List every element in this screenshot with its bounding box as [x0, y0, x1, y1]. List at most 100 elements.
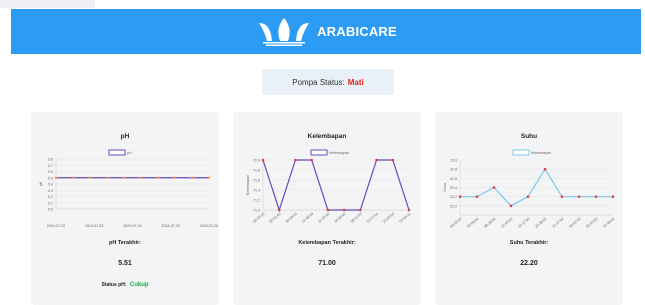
x-tick-label: 2024-07-22 — [47, 224, 65, 228]
legend-label: Kelembapan — [329, 151, 349, 155]
y-tick-label: 71.0 — [253, 209, 260, 213]
y-tick-label: 71.2 — [253, 199, 260, 203]
x-tick-label: 12:00:02 — [500, 217, 513, 229]
y-axis-label: Suhu — [443, 183, 447, 191]
data-point — [326, 208, 330, 212]
x-tick-label: 2024-07-25 — [162, 224, 180, 228]
data-point — [391, 158, 395, 162]
y-tick-label: 22.4 — [450, 186, 457, 190]
x-tick-label: 12:48:02 — [602, 217, 615, 229]
y-tick-label: 71.4 — [253, 189, 260, 193]
x-tick-label: 05:03:02 — [585, 217, 598, 229]
kelembapan-latest-value: 71.00 — [318, 260, 336, 267]
data-point — [577, 195, 581, 198]
y-tick-label: 5.2 — [48, 195, 53, 199]
x-tick-label: 16:17:02 — [517, 217, 530, 229]
data-point — [173, 176, 177, 180]
data-point — [207, 176, 211, 180]
x-tick-label: 18:32:03 — [350, 212, 363, 224]
leaf-logo-icon — [259, 17, 310, 46]
y-tick-label: 72.0 — [253, 159, 260, 163]
kelembapan-card: Kelembapan 72.0 71.8 71.6 71.4 71.2 71.0 Kelem… — [233, 112, 421, 305]
data-point — [475, 195, 479, 198]
data-point — [277, 208, 281, 212]
y-axis-label: Kelembapan — [246, 175, 250, 195]
data-point — [54, 176, 58, 180]
data-point — [310, 158, 313, 162]
y-tick-label: 5.5 — [48, 176, 53, 180]
suhu-latest-label: Suhu Terakhir: — [509, 240, 549, 246]
legend-swatch — [108, 149, 126, 156]
suhu-latest-value: 22.20 — [520, 260, 538, 267]
y-tick-label: 22.2 — [450, 195, 457, 199]
pump-status-label: Pompa Status: — [292, 77, 345, 87]
kelembapan-chart: 72.0 71.8 71.6 71.4 71.2 71.0 Kelembapan 04:55:… — [246, 149, 412, 224]
data-point — [509, 204, 513, 208]
x-tick-label: 08:08:02 — [285, 212, 298, 224]
header-bar: ARABICARE — [11, 9, 641, 54]
data-point — [261, 158, 265, 162]
suhu-chart: 23.0 22.8 22.6 22.4 22.2 22.0 Suhu 04:56:02 05:0… — [443, 149, 616, 229]
ph-status-value: Cukup — [129, 282, 149, 288]
data-point — [71, 176, 75, 180]
data-point — [342, 208, 346, 212]
y-tick-label: 5.0 — [48, 208, 53, 212]
data-point — [294, 158, 297, 162]
y-tick-label: 22.6 — [450, 177, 457, 181]
ph-card: pH 5.8 5.7 5.6 5.5 5.4 5.3 5.2 5.1 5.0 pH 2024-07-… — [31, 112, 219, 305]
x-tick-label: 23:05:02 — [382, 212, 395, 224]
data-point — [458, 195, 462, 198]
legend-label: pH — [127, 151, 132, 155]
legend-label: Kelembapan — [531, 151, 551, 155]
x-tick-label: 04:56:02 — [449, 217, 462, 229]
x-tick-label: 21:27:02 — [551, 217, 564, 229]
ph-status-label: Status pH: — [101, 282, 127, 288]
y-tick-label: 5.1 — [48, 201, 53, 205]
ph-chart: 5.8 5.7 5.6 5.5 5.4 5.3 5.2 5.1 5.0 pH 2024-07-22 2… — [39, 149, 218, 228]
y-tick-label: 5.8 — [48, 158, 53, 162]
ph-latest-value: 5.51 — [118, 260, 132, 267]
kelembapan-latest-label: Kelembapan Terakhir: — [298, 240, 356, 246]
pump-status-value: Mati — [347, 77, 364, 87]
data-point — [543, 167, 547, 171]
data-point — [594, 195, 598, 198]
x-tick-label: 04:02:02 — [568, 217, 581, 229]
data-point — [611, 195, 615, 198]
x-tick-label: 2024-07-23 — [85, 224, 103, 228]
y-tick-label: 71.6 — [253, 179, 260, 183]
x-tick-label: 15:35:02 — [317, 212, 330, 224]
y-tick-label: 5.7 — [48, 164, 53, 168]
ph-status: Status pH: Cukup — [31, 282, 219, 288]
ph-latest-label: pH Terakhir: — [109, 240, 141, 246]
data-point — [560, 195, 564, 198]
series-line — [262, 159, 410, 212]
data-point — [190, 176, 194, 180]
data-point — [526, 195, 530, 198]
data-point — [156, 176, 160, 180]
y-tick-label: 22.0 — [450, 204, 457, 208]
y-tick-label: 5.6 — [48, 170, 53, 174]
x-tick-label: 21:27:01 — [366, 212, 379, 224]
logo[interactable]: ARABICARE — [255, 17, 397, 47]
data-point — [105, 176, 109, 180]
y-tick-label: 23.0 — [450, 159, 457, 163]
y-tick-label: 5.3 — [48, 189, 53, 193]
x-tick-label: 05:08:02 — [466, 217, 479, 229]
y-axis-label: pH — [39, 181, 43, 186]
brand-name: ARABICARE — [317, 24, 397, 39]
suhu-card: Suhu 23.0 22.8 22.6 22.4 22.2 22.0 Suhu 04:56:0… — [435, 112, 623, 305]
x-tick-label: 16:09:02 — [333, 212, 346, 224]
legend-swatch — [310, 149, 328, 156]
data-point — [139, 176, 143, 180]
y-tick-label: 22.8 — [450, 168, 457, 172]
legend-swatch — [512, 149, 530, 156]
data-point — [88, 176, 92, 180]
data-point — [492, 186, 496, 189]
x-tick-label: 08:28:02 — [483, 217, 496, 229]
top-strip — [0, 0, 95, 8]
data-point — [375, 158, 378, 162]
x-tick-label: 04:55:32 — [252, 212, 265, 224]
data-point — [407, 208, 411, 212]
y-tick-label: 71.8 — [253, 169, 260, 173]
x-tick-label: 12:48:09 — [301, 212, 314, 224]
